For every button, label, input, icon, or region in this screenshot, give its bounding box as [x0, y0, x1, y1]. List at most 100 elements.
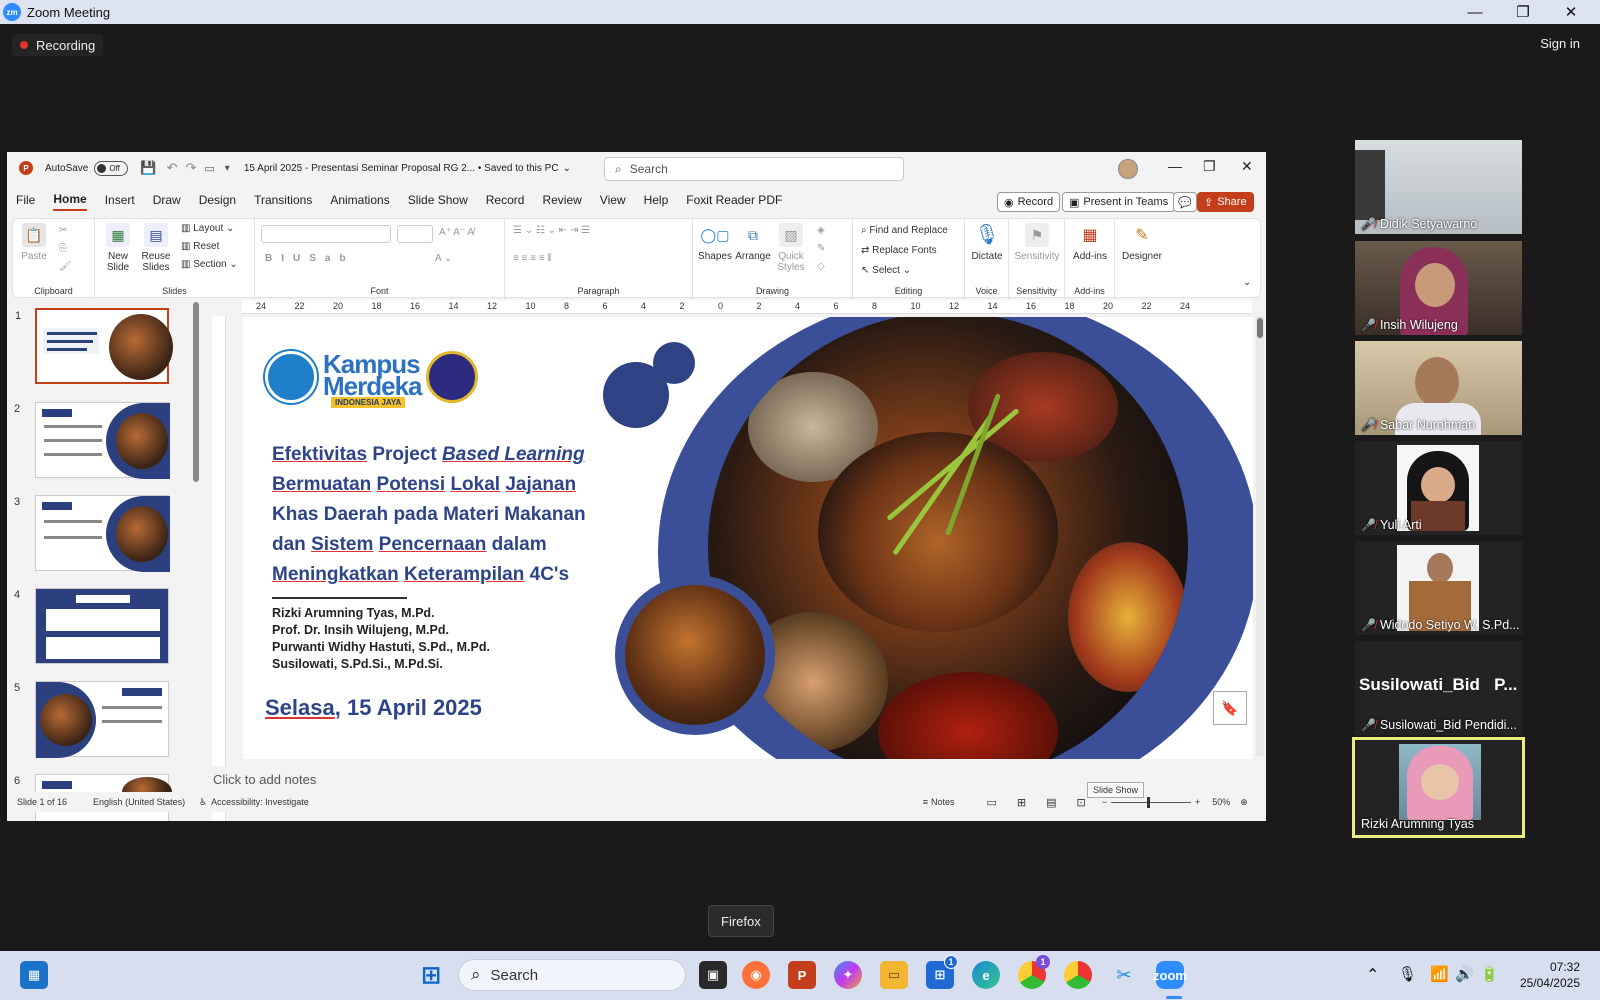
slide-sorter-icon[interactable]: ⊞: [1017, 796, 1026, 809]
user-avatar[interactable]: [1118, 159, 1138, 179]
taskbar-search[interactable]: ⌕ Search: [458, 959, 686, 991]
reading-view-icon[interactable]: ▤: [1046, 796, 1056, 809]
slideshow-icon[interactable]: ⊡: [1077, 796, 1086, 809]
find-replace-button[interactable]: ⌕ Find and Replace: [861, 225, 948, 236]
system-clock[interactable]: 07:32 25/04/2025: [1520, 959, 1580, 991]
tab-transitions[interactable]: Transitions: [254, 193, 312, 210]
powerpoint-taskbar-icon[interactable]: P: [788, 961, 816, 989]
save-icon[interactable]: 💾: [140, 160, 156, 176]
ppt-restore-button[interactable]: ❐: [1203, 158, 1216, 175]
ppt-close-button[interactable]: ✕: [1241, 158, 1253, 175]
close-button[interactable]: ✕: [1548, 0, 1594, 24]
file-explorer-icon[interactable]: ▭: [880, 961, 908, 989]
participant-tile[interactable]: 🎤̸ Sabar Nurohman: [1355, 341, 1522, 435]
format-painter-icon[interactable]: 🖌: [59, 261, 72, 272]
tab-animations[interactable]: Animations: [330, 193, 389, 210]
cut-icon[interactable]: ✂: [59, 225, 67, 236]
participant-tile[interactable]: 🎤̸ Didik Setyawarno: [1355, 140, 1522, 234]
slide-thumbnail[interactable]: 2: [14, 402, 170, 479]
tab-file[interactable]: File: [16, 193, 35, 210]
ppt-search-box[interactable]: ⌕ Search: [604, 157, 904, 181]
dictate-button[interactable]: 🎙 Dictate: [967, 223, 1007, 263]
customize-toolbar-icon[interactable]: ▾: [225, 163, 230, 174]
windows-start-icon[interactable]: ⊞: [417, 961, 445, 989]
firefox-icon[interactable]: ◉: [742, 961, 770, 989]
tray-overflow-icon[interactable]: ⌃: [1366, 965, 1379, 985]
layout-button[interactable]: ▥ Layout ⌄: [181, 223, 234, 234]
shape-outline-icon[interactable]: ✎: [817, 243, 825, 254]
align-icons[interactable]: ≡ ≡ ≡ ≡ ⫴: [513, 253, 552, 264]
autosave-toggle[interactable]: Off: [94, 160, 129, 176]
redo-icon[interactable]: ↷: [185, 160, 196, 176]
battery-icon[interactable]: 🔋: [1480, 965, 1499, 983]
record-button[interactable]: ◉ Record: [997, 192, 1061, 212]
designer-button[interactable]: ✎ Designer: [1119, 223, 1165, 262]
store-icon[interactable]: ⊞ 1: [926, 955, 958, 989]
volume-icon[interactable]: 🔊: [1455, 965, 1474, 983]
tab-help[interactable]: Help: [644, 193, 669, 210]
font-name-dropdown[interactable]: [261, 225, 391, 243]
zoom-out-icon[interactable]: −: [1102, 797, 1107, 807]
language-status[interactable]: English (United States): [93, 797, 185, 807]
thumbnails-scrollbar[interactable]: [193, 302, 199, 482]
tab-record[interactable]: Record: [486, 193, 525, 210]
zoom-in-icon[interactable]: +: [1195, 797, 1200, 807]
document-title[interactable]: 15 April 2025 - Presentasi Seminar Propo…: [244, 163, 559, 174]
arrange-button[interactable]: ⧉ Arrange: [735, 223, 771, 263]
chrome-profile-icon[interactable]: [1064, 961, 1092, 989]
participant-tile[interactable]: Susilowati_Bid P... 🎤̸ Susilowati_Bid Pen…: [1355, 641, 1522, 735]
tab-home[interactable]: Home: [53, 192, 87, 211]
bookmark-icon[interactable]: 🔖: [1213, 691, 1247, 725]
shape-fill-icon[interactable]: ◈: [817, 225, 825, 236]
tab-review[interactable]: Review: [542, 193, 581, 210]
reset-button[interactable]: ▥ Reset: [181, 241, 219, 252]
slide-thumbnail[interactable]: 4: [14, 588, 169, 664]
present-in-teams-button[interactable]: ▣ Present in Teams: [1062, 192, 1176, 212]
share-button[interactable]: ⇪ Share: [1197, 192, 1254, 212]
tab-foxit-reader-pdf[interactable]: Foxit Reader PDF: [686, 193, 782, 210]
select-button[interactable]: ↖ Select ⌄: [861, 265, 911, 276]
sign-in-link[interactable]: Sign in: [1540, 36, 1580, 51]
font-format-icons[interactable]: BIUSab: [265, 253, 355, 264]
zoom-level[interactable]: 50%: [1212, 797, 1230, 807]
quick-styles-button[interactable]: ▨ Quick Styles: [773, 223, 809, 273]
font-size-dropdown[interactable]: [397, 225, 433, 243]
participant-tile-active-speaker[interactable]: Rizki Arumning Tyas: [1352, 737, 1525, 838]
collapse-ribbon-icon[interactable]: ⌄: [1243, 277, 1251, 288]
notes-button[interactable]: Notes: [931, 797, 955, 807]
new-slide-button[interactable]: ▦ New Slide: [101, 223, 135, 273]
chrome-icon[interactable]: 1: [1018, 955, 1050, 989]
tab-view[interactable]: View: [600, 193, 626, 210]
undo-icon[interactable]: ↶: [167, 160, 178, 176]
mic-tray-icon[interactable]: 🎙: [1398, 965, 1417, 983]
slide-thumbnail[interactable]: 1: [15, 308, 173, 384]
minimize-button[interactable]: —: [1452, 0, 1498, 24]
snipping-tool-icon[interactable]: ✂: [1110, 961, 1138, 989]
widgets-icon[interactable]: ▦: [20, 961, 48, 989]
bullets-icon[interactable]: ☰ ⌄ ☷ ⌄ ⇤ ⇥ ☰: [513, 225, 590, 236]
tab-insert[interactable]: Insert: [105, 193, 135, 210]
shapes-button[interactable]: ◯▢ Shapes: [697, 223, 733, 263]
participant-tile[interactable]: 🎤̸ Yuli Arti: [1355, 441, 1522, 535]
font-color-icon[interactable]: A ⌄: [435, 253, 452, 264]
edge-icon[interactable]: e: [972, 961, 1000, 989]
participant-tile[interactable]: 🎤̸ Widodo Setiyo W, S.Pd...: [1355, 541, 1522, 635]
slide-scrollbar[interactable]: [1256, 316, 1264, 756]
shape-effects-icon[interactable]: ◇: [817, 261, 825, 272]
participant-tile[interactable]: 🎤̸ Insih Wilujeng: [1355, 241, 1522, 335]
wifi-icon[interactable]: 📶: [1430, 965, 1449, 983]
task-view-icon[interactable]: ▣: [699, 961, 727, 989]
zoom-slider[interactable]: [1111, 796, 1192, 808]
tab-design[interactable]: Design: [199, 193, 236, 210]
addins-button[interactable]: ▦ Add-ins: [1069, 223, 1111, 262]
copy-icon[interactable]: ⎘: [59, 243, 67, 254]
present-icon[interactable]: ▭: [204, 162, 214, 175]
slide-thumbnail[interactable]: 3: [14, 495, 170, 572]
restore-button[interactable]: ❐: [1500, 0, 1546, 24]
sensitivity-button[interactable]: ⚑ Sensitivity: [1011, 223, 1063, 262]
slide-canvas[interactable]: Kampus Merdeka INDONESIA JAYA Efektivita…: [243, 317, 1253, 759]
slide-thumbnail[interactable]: 5: [14, 681, 169, 758]
fit-slide-icon[interactable]: ⊕: [1240, 797, 1248, 808]
copilot-icon[interactable]: ✦: [834, 961, 862, 989]
tab-slide-show[interactable]: Slide Show: [408, 193, 468, 210]
